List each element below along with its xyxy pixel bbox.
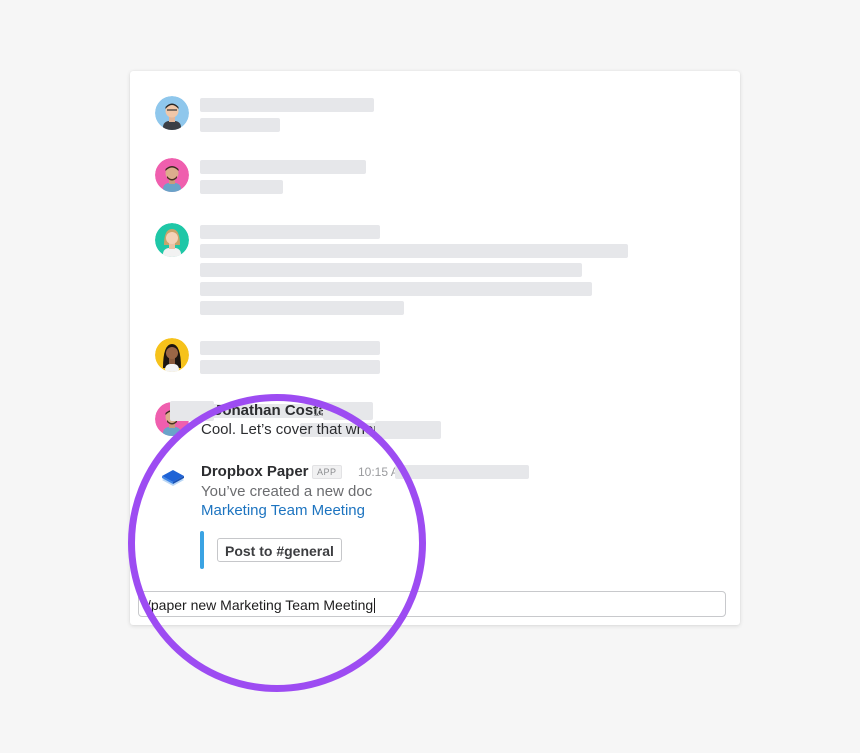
chat-window: Jonathan Costa 10:14 AM Cool. Let’s cove… bbox=[130, 71, 740, 625]
message-placeholder-name bbox=[200, 225, 380, 239]
text-caret bbox=[374, 598, 376, 613]
message-placeholder-text bbox=[200, 244, 628, 258]
avatar[interactable] bbox=[155, 158, 189, 192]
app-message-text: You’ve created a new doc bbox=[201, 483, 373, 500]
message-placeholder-text bbox=[200, 118, 280, 132]
message-placeholder-name bbox=[200, 98, 374, 112]
attachment-accent-bar bbox=[200, 531, 204, 569]
message-placeholder-text bbox=[200, 301, 404, 315]
message-placeholder-name bbox=[200, 341, 380, 355]
message-placeholder-text bbox=[200, 282, 592, 296]
doc-link[interactable]: Marketing Team Meeting bbox=[201, 502, 365, 519]
message-placeholder-name bbox=[170, 401, 214, 421]
message-placeholder-text bbox=[375, 421, 441, 439]
post-to-general-button[interactable]: Post to #general bbox=[217, 538, 342, 562]
avatar[interactable] bbox=[155, 223, 189, 257]
dropbox-paper-icon[interactable] bbox=[158, 465, 188, 495]
message-placeholder-time bbox=[395, 465, 529, 479]
message-placeholder-text bbox=[200, 180, 283, 194]
sender-name[interactable]: Jonathan Costa bbox=[214, 402, 327, 419]
message-placeholder-text bbox=[200, 360, 380, 374]
message-placeholder-text bbox=[200, 263, 582, 277]
message-placeholder-time bbox=[323, 402, 373, 420]
message-text: Cool. Let’s cover that when bbox=[201, 421, 382, 438]
message-input-value: /paper new Marketing Team Meeting bbox=[147, 597, 374, 613]
message-input[interactable]: /paper new Marketing Team Meeting bbox=[138, 591, 726, 617]
avatar[interactable] bbox=[155, 338, 189, 372]
message-placeholder-name bbox=[200, 160, 366, 174]
avatar[interactable] bbox=[155, 96, 189, 130]
app-badge: APP bbox=[312, 465, 342, 479]
app-sender-name[interactable]: Dropbox Paper bbox=[201, 463, 309, 480]
